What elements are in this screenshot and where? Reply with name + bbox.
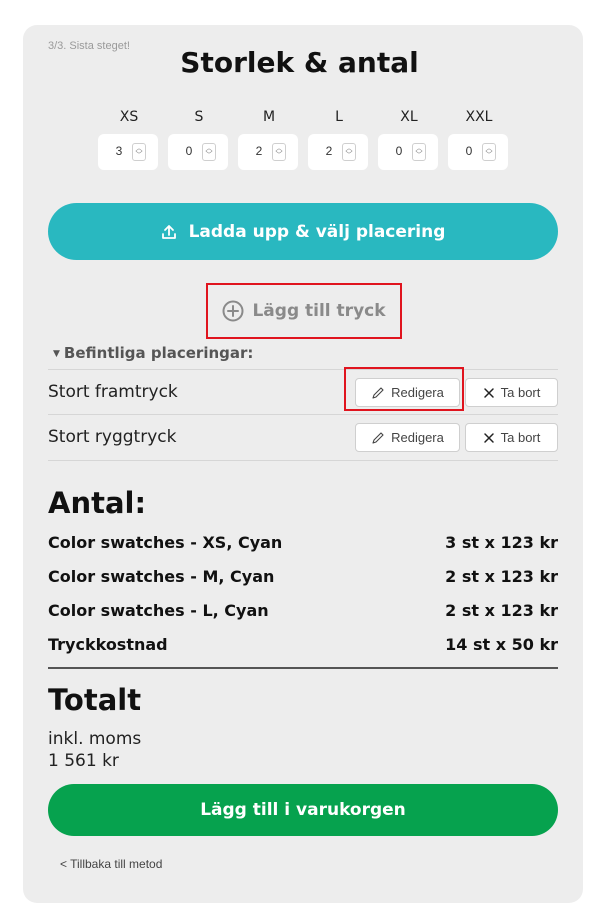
- edit-button[interactable]: Redigera: [355, 423, 460, 452]
- quantity-value[interactable]: 0: [390, 144, 408, 158]
- quantity-value[interactable]: 0: [460, 144, 478, 158]
- remove-label: Ta bort: [500, 430, 541, 445]
- size-label: L: [335, 109, 343, 125]
- placement-label: Stort ryggtryck: [48, 427, 177, 447]
- spin-arrows-icon[interactable]: ︿ ﹀: [132, 143, 146, 161]
- total-heading: Totalt: [48, 683, 142, 717]
- existing-placements-toggle[interactable]: ▼ Befintliga placeringar:: [53, 344, 253, 362]
- remove-button[interactable]: Ta bort: [465, 378, 558, 407]
- quantity-value[interactable]: 2: [250, 144, 268, 158]
- upload-button-label: Ladda upp & välj placering: [188, 221, 446, 242]
- size-col-xl: XL 0 ︿ ﹀: [378, 108, 440, 170]
- placement-label: Stort framtryck: [48, 382, 178, 402]
- plus-circle-icon: [222, 300, 244, 322]
- existing-placements-heading: Befintliga placeringar:: [63, 344, 254, 362]
- vat-note: inkl. moms: [48, 729, 142, 749]
- back-link[interactable]: < Tillbaka till metod: [60, 857, 162, 871]
- add-to-cart-button[interactable]: Lägg till i varukorgen: [48, 784, 558, 836]
- add-print-button[interactable]: Lägg till tryck: [206, 283, 402, 339]
- divider: [48, 667, 558, 669]
- page-title: Storlek & antal: [180, 46, 419, 79]
- add-to-cart-label: Lägg till i varukorgen: [200, 800, 406, 820]
- caret-down-icon: ▼: [53, 349, 60, 359]
- remove-label: Ta bort: [500, 385, 541, 400]
- spin-arrows-icon[interactable]: ︿ ﹀: [482, 143, 496, 161]
- quantity-stepper-s[interactable]: 0 ︿ ﹀: [168, 134, 228, 170]
- size-label: XS: [119, 109, 139, 125]
- size-label: M: [262, 109, 276, 125]
- remove-button[interactable]: Ta bort: [465, 423, 558, 452]
- line-item-label: Tryckkostnad: [48, 635, 168, 654]
- quantity-stepper-xl[interactable]: 0 ︿ ﹀: [378, 134, 438, 170]
- spin-arrows-icon[interactable]: ︿ ﹀: [412, 143, 426, 161]
- line-item-value: 14 st x 50 kr: [445, 635, 558, 654]
- size-col-l: L 2 ︿ ﹀: [308, 108, 370, 170]
- total-amount: 1 561 kr: [48, 751, 119, 771]
- size-label: XXL: [465, 109, 493, 125]
- quantity-stepper-m[interactable]: 2 ︿ ﹀: [238, 134, 298, 170]
- size-col-xxl: XXL 0 ︿ ﹀: [448, 108, 510, 170]
- line-item-value: 3 st x 123 kr: [445, 533, 558, 552]
- quantity-value[interactable]: 3: [110, 144, 128, 158]
- upload-button[interactable]: Ladda upp & välj placering: [48, 203, 558, 260]
- size-label: S: [194, 109, 204, 125]
- line-item-value: 2 st x 123 kr: [445, 601, 558, 620]
- spin-arrows-icon[interactable]: ︿ ﹀: [342, 143, 356, 161]
- line-item-label: Color swatches - XS, Cyan: [48, 533, 283, 552]
- line-item-label: Color swatches - M, Cyan: [48, 567, 275, 586]
- quantity-stepper-l[interactable]: 2 ︿ ﹀: [308, 134, 368, 170]
- spin-arrows-icon[interactable]: ︿ ﹀: [272, 143, 286, 161]
- size-col-m: M 2 ︿ ﹀: [238, 108, 300, 170]
- highlight-box: [344, 367, 464, 411]
- add-print-label: Lägg till tryck: [252, 301, 386, 321]
- size-col-xs: XS 3 ︿ ﹀: [98, 108, 160, 170]
- line-item-label: Color swatches - L, Cyan: [48, 601, 269, 620]
- size-col-s: S 0 ︿ ﹀: [168, 108, 230, 170]
- quantity-value[interactable]: 2: [320, 144, 338, 158]
- quantity-heading: Antal:: [48, 486, 147, 520]
- spin-arrows-icon[interactable]: ︿ ﹀: [202, 143, 216, 161]
- pencil-icon: [372, 431, 384, 444]
- quantity-value[interactable]: 0: [180, 144, 198, 158]
- close-icon: [483, 432, 494, 443]
- placement-row: Stort framtryck Redigera Ta bort: [48, 369, 558, 415]
- upload-icon: [161, 224, 176, 239]
- line-item-value: 2 st x 123 kr: [445, 567, 558, 586]
- edit-label: Redigera: [391, 430, 444, 445]
- quantity-stepper-xs[interactable]: 3 ︿ ﹀: [98, 134, 158, 170]
- placement-row: Stort ryggtryck Redigera Ta bort: [48, 414, 558, 461]
- quantity-stepper-xxl[interactable]: 0 ︿ ﹀: [448, 134, 508, 170]
- size-label: XL: [400, 109, 418, 125]
- close-icon: [483, 387, 494, 398]
